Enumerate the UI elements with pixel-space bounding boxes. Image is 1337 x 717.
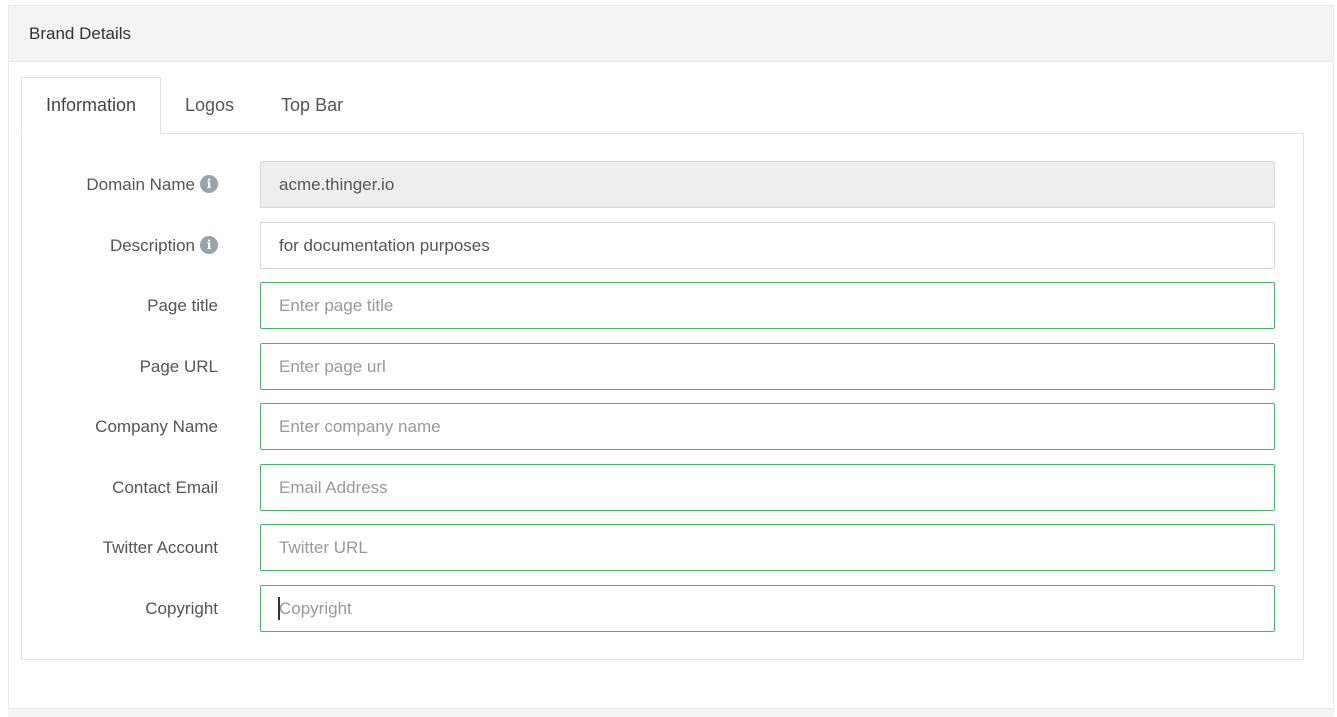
twitter-account-label: Twitter Account <box>102 537 218 557</box>
domain-name-label: Domain Name i <box>86 161 218 208</box>
page-title-label: Page title <box>147 295 218 315</box>
info-circle-icon[interactable]: i <box>200 174 218 193</box>
text-cursor <box>278 597 280 620</box>
copyright-label: Copyright <box>145 598 218 618</box>
company-name-input[interactable] <box>260 403 1275 450</box>
page-url-input[interactable] <box>260 343 1275 390</box>
page-title-input[interactable] <box>260 282 1275 329</box>
tab-logos[interactable]: Logos <box>185 77 234 134</box>
description-input[interactable] <box>260 222 1275 269</box>
panel-title: Brand Details <box>29 24 132 43</box>
contact-email-input[interactable] <box>260 464 1275 511</box>
twitter-account-input[interactable] <box>260 524 1275 571</box>
form-row-description: Description i <box>22 222 1303 269</box>
information-tab-pane: Domain Name i Description i Page title P… <box>21 133 1304 660</box>
info-circle-icon[interactable]: i <box>200 235 218 254</box>
tab-information[interactable]: Information <box>21 77 161 134</box>
contact-email-label: Contact Email <box>112 477 218 497</box>
form-row-contact-email: Contact Email <box>22 464 1303 511</box>
form-row-page-url: Page URL <box>22 343 1303 390</box>
description-label: Description i <box>110 222 218 269</box>
form-row-company-name: Company Name <box>22 403 1303 450</box>
page-url-label: Page URL <box>139 356 218 376</box>
panel-heading: Brand Details <box>9 6 1333 62</box>
form-row-page-title: Page title <box>22 282 1303 329</box>
domain-name-input[interactable] <box>260 161 1275 208</box>
tab-bar: Information Logos Top Bar <box>21 77 343 134</box>
tab-top-bar[interactable]: Top Bar <box>281 77 343 134</box>
copyright-input[interactable] <box>260 585 1275 632</box>
form-row-twitter-account: Twitter Account <box>22 524 1303 571</box>
company-name-label: Company Name <box>95 416 218 436</box>
panel-footer <box>8 708 1334 717</box>
form-row-domain-name: Domain Name i <box>22 161 1303 208</box>
form-row-copyright: Copyright <box>22 585 1303 632</box>
